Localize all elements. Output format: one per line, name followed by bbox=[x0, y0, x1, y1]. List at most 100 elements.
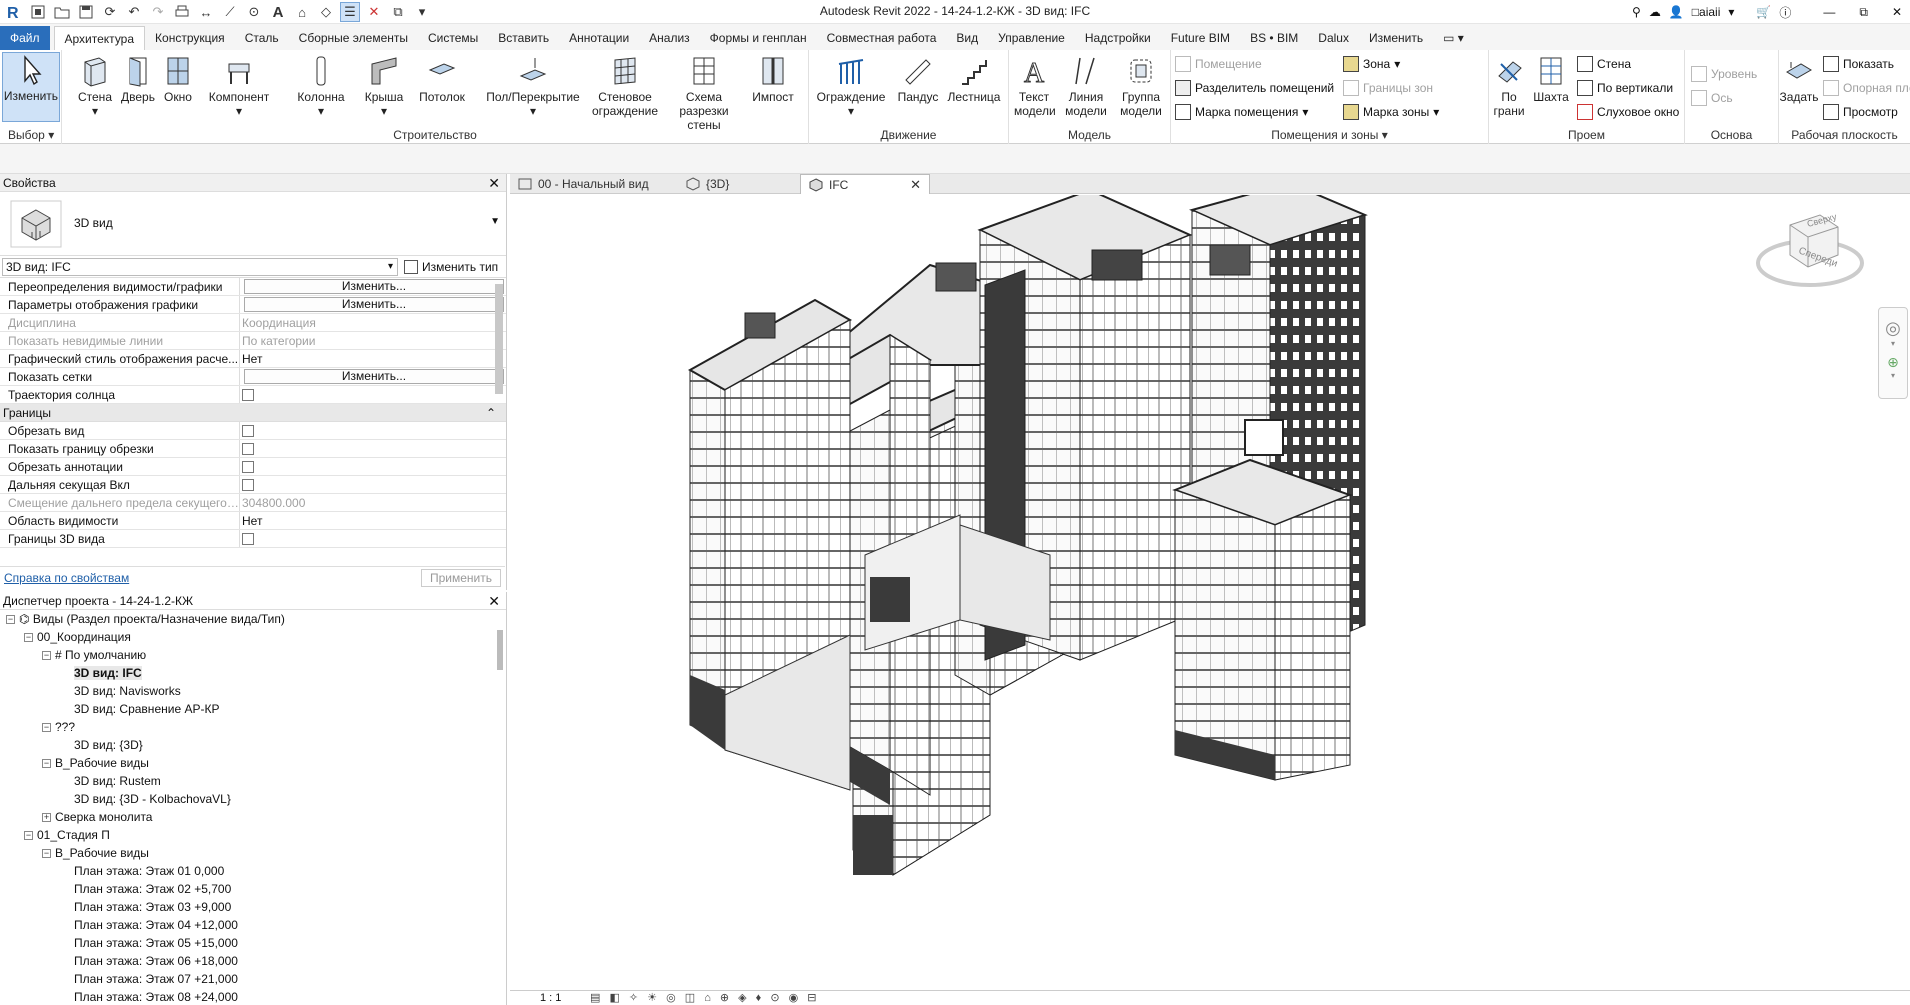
tree-node[interactable]: План этажа: Этаж 03 +9,000 bbox=[0, 898, 506, 916]
stair-button[interactable]: Лестница bbox=[945, 54, 1003, 104]
help-icon[interactable]: ⓘ bbox=[1779, 4, 1791, 21]
zoom-icon[interactable]: ⊕ bbox=[1879, 354, 1907, 371]
browser-scrollbar[interactable] bbox=[497, 630, 503, 670]
ribbon-tab-9[interactable]: Формы и генплан bbox=[700, 26, 817, 50]
tree-node[interactable]: План этажа: Этаж 07 +21,000 bbox=[0, 970, 506, 988]
ribbon-tab-10[interactable]: Совместная работа bbox=[817, 26, 947, 50]
tree-node[interactable]: План этажа: Этаж 08 +24,000 bbox=[0, 988, 506, 1005]
property-value[interactable]: Нет bbox=[240, 512, 506, 529]
ribbon-tab-7[interactable]: Аннотации bbox=[559, 26, 639, 50]
tree-node[interactable]: План этажа: Этаж 06 +18,000 bbox=[0, 952, 506, 970]
roof-button[interactable]: Крыша ▾ bbox=[360, 54, 408, 118]
view-tab-start[interactable]: 00 - Начальный вид bbox=[510, 174, 680, 194]
collapse-icon[interactable]: − bbox=[24, 831, 33, 841]
user-icon[interactable]: 👤 bbox=[1669, 5, 1684, 19]
ribbon-tab-4[interactable]: Сборные элементы bbox=[289, 26, 418, 50]
ribbon-tab-0[interactable]: Файл bbox=[0, 26, 50, 50]
tree-node[interactable]: −??? bbox=[0, 718, 506, 736]
ribbon-tab-13[interactable]: Надстройки bbox=[1075, 26, 1161, 50]
ribbon-minimize-toggle[interactable]: ▭ ▾ bbox=[1433, 26, 1474, 50]
tree-node[interactable]: −00_Координация bbox=[0, 628, 506, 646]
tag-area-button[interactable]: Марка зоны ▾ bbox=[1343, 102, 1439, 122]
ceiling-button[interactable]: Потолок bbox=[414, 54, 470, 104]
ribbon-tab-5[interactable]: Системы bbox=[418, 26, 488, 50]
ribbon-tab-6[interactable]: Вставить bbox=[488, 26, 559, 50]
floor-button[interactable]: Пол/Перекрытие ▾ bbox=[480, 54, 586, 118]
view-scale[interactable]: 1 : 1 bbox=[540, 992, 561, 1004]
collapse-icon[interactable]: − bbox=[42, 723, 51, 733]
property-edit-button[interactable]: Изменить... bbox=[244, 369, 504, 384]
ribbon-tab-15[interactable]: BS • BIM bbox=[1240, 26, 1308, 50]
ribbon-tab-1[interactable]: Архитектура bbox=[53, 26, 146, 50]
type-selector[interactable]: 3D вид ▼ bbox=[0, 192, 506, 256]
restore-icon[interactable]: ⧉ bbox=[1859, 5, 1868, 20]
show-workplane-button[interactable]: Показать bbox=[1823, 54, 1894, 74]
tree-node[interactable]: − В_Рабочие виды bbox=[0, 844, 506, 862]
shaft-button[interactable]: Шахта bbox=[1531, 54, 1571, 104]
grid-button[interactable]: Ось bbox=[1691, 88, 1733, 108]
collapse-icon[interactable]: − bbox=[42, 651, 51, 661]
view-control-icons[interactable]: ▤ ◧ ✧ ☀ ◎ ◫ ⌂ ⊕ ◈ ♦ ⊙ ◉ ⊟ bbox=[590, 991, 820, 1004]
property-checkbox[interactable] bbox=[242, 389, 254, 401]
close-properties-icon[interactable]: ✕ bbox=[488, 174, 500, 192]
door-button[interactable]: Дверь bbox=[118, 54, 158, 104]
column-button[interactable]: Колонна ▾ bbox=[292, 54, 350, 118]
property-checkbox[interactable] bbox=[242, 533, 254, 545]
steering-wheel-icon[interactable]: ◎ bbox=[1879, 318, 1907, 339]
building-model[interactable] bbox=[510, 181, 1910, 990]
tree-node[interactable]: План этажа: Этаж 02 +5,700 bbox=[0, 880, 506, 898]
railing-button[interactable]: Ограждение ▾ bbox=[813, 54, 889, 118]
property-checkbox[interactable] bbox=[242, 479, 254, 491]
collapse-icon[interactable]: − bbox=[42, 759, 51, 769]
tree-node[interactable]: + Сверка монолита bbox=[0, 808, 506, 826]
collapse-icon[interactable]: − bbox=[42, 849, 51, 859]
cart-icon[interactable]: 🛒 bbox=[1756, 5, 1771, 19]
edit-type-button[interactable]: Изменить тип bbox=[404, 259, 498, 274]
property-value[interactable]: Координация bbox=[240, 314, 506, 331]
tree-node[interactable]: 3D вид: Navisworks bbox=[0, 682, 506, 700]
tree-node[interactable]: 3D вид: {3D} bbox=[0, 736, 506, 754]
ribbon-tab-12[interactable]: Управление bbox=[988, 26, 1075, 50]
close-window-icon[interactable]: ✕ bbox=[1892, 5, 1902, 19]
property-value[interactable]: 304800.000 bbox=[240, 494, 506, 511]
ribbon-tab-3[interactable]: Сталь bbox=[235, 26, 289, 50]
tree-node[interactable]: 3D вид: IFC bbox=[0, 664, 506, 682]
model-line-button[interactable]: Линия модели bbox=[1061, 54, 1111, 118]
viewer-button[interactable]: Просмотр bbox=[1823, 102, 1898, 122]
ramp-button[interactable]: Пандус bbox=[895, 54, 941, 104]
property-value[interactable]: Нет bbox=[240, 350, 506, 367]
tree-node[interactable]: − В_Рабочие виды bbox=[0, 754, 506, 772]
close-browser-icon[interactable]: ✕ bbox=[488, 592, 500, 610]
model-group-button[interactable]: Группа модели bbox=[1115, 54, 1167, 118]
chevron-down-icon[interactable]: ▾ bbox=[1879, 371, 1907, 380]
tree-node[interactable]: − # По умолчанию bbox=[0, 646, 506, 664]
area-boundary-button[interactable]: Границы зон bbox=[1343, 78, 1433, 98]
window-button[interactable]: Окно bbox=[160, 54, 196, 104]
opening-vertical-button[interactable]: По вертикали bbox=[1577, 78, 1673, 98]
instance-filter-select[interactable]: 3D вид: IFC ▾ bbox=[2, 257, 398, 276]
ribbon-tab-14[interactable]: Future BIM bbox=[1161, 26, 1240, 50]
set-workplane-button[interactable]: Задать bbox=[1779, 54, 1819, 104]
property-checkbox[interactable] bbox=[242, 443, 254, 455]
binoculars-icon[interactable]: ⚲ bbox=[1632, 5, 1641, 19]
tree-node[interactable]: План этажа: Этаж 01 0,000 bbox=[0, 862, 506, 880]
tree-node[interactable]: План этажа: Этаж 05 +15,000 bbox=[0, 934, 506, 952]
curtain-grid-button[interactable]: Схема разрезки стены bbox=[664, 54, 744, 132]
ref-plane-button[interactable]: Опорная плоскость bbox=[1823, 78, 1910, 98]
close-tab-icon[interactable]: ✕ bbox=[910, 175, 921, 195]
select-panel-label[interactable]: Выбор ▾ bbox=[0, 128, 61, 142]
view-cube[interactable]: Спереди Сверху bbox=[1750, 205, 1870, 295]
opening-wall-button[interactable]: Стена bbox=[1577, 54, 1631, 74]
properties-group-extents[interactable]: Границы ⌃ bbox=[0, 404, 506, 422]
by-face-button[interactable]: По грани bbox=[1491, 54, 1527, 118]
rooms-panel-label[interactable]: Помещения и зоны ▾ bbox=[1171, 128, 1488, 142]
property-value[interactable]: По категории bbox=[240, 332, 506, 349]
property-checkbox[interactable] bbox=[242, 461, 254, 473]
collapse-icon[interactable]: − bbox=[24, 633, 33, 643]
view-tab-ifc[interactable]: IFC ✕ bbox=[800, 174, 930, 194]
chevron-down-icon[interactable]: ▾ bbox=[1879, 339, 1907, 348]
ribbon-tab-8[interactable]: Анализ bbox=[639, 26, 700, 50]
minimize-icon[interactable]: — bbox=[1823, 5, 1835, 19]
tag-room-button[interactable]: Марка помещения ▾ bbox=[1175, 102, 1308, 122]
tree-node[interactable]: 3D вид: Сравнение АР-КР bbox=[0, 700, 506, 718]
